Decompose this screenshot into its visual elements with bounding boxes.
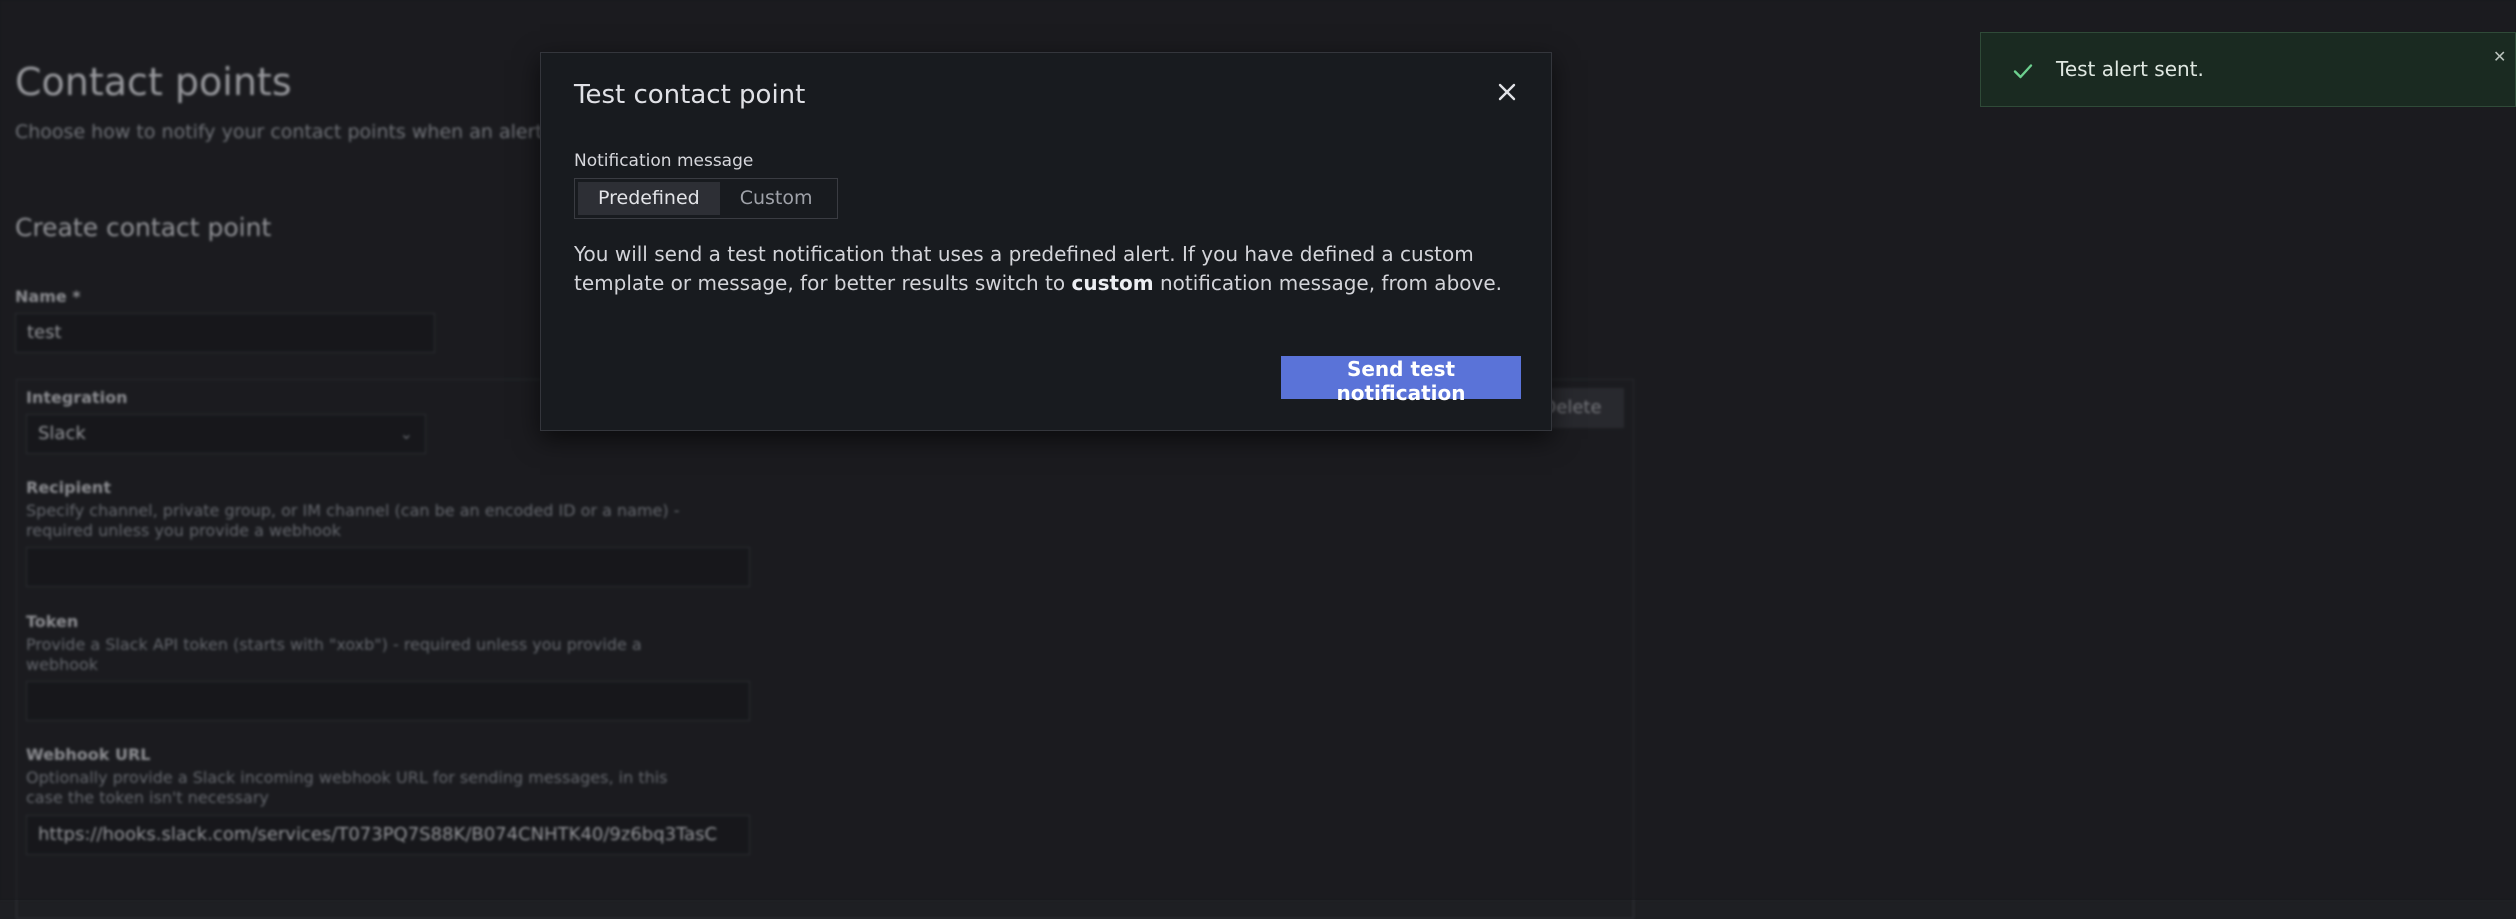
modal-description: You will send a test notification that u… <box>574 240 1534 298</box>
option-predefined[interactable]: Predefined <box>578 182 720 215</box>
notification-message-toggle: Predefined Custom <box>574 178 838 219</box>
description-emphasis: custom <box>1071 271 1154 295</box>
close-icon[interactable]: ✕ <box>2493 47 2506 66</box>
notification-message-label: Notification message <box>574 151 754 171</box>
description-text-end: notification message, from above. <box>1153 271 1502 295</box>
success-toast: Test alert sent. ✕ <box>1980 32 2516 107</box>
option-custom[interactable]: Custom <box>720 182 833 215</box>
test-contact-point-modal: Test contact point Notification message … <box>540 52 1552 431</box>
modal-title: Test contact point <box>574 80 806 110</box>
check-icon <box>2011 59 2035 87</box>
toast-message: Test alert sent. <box>2056 57 2204 81</box>
close-icon[interactable] <box>1494 79 1520 105</box>
send-test-notification-button[interactable]: Send test notification <box>1281 356 1521 405</box>
